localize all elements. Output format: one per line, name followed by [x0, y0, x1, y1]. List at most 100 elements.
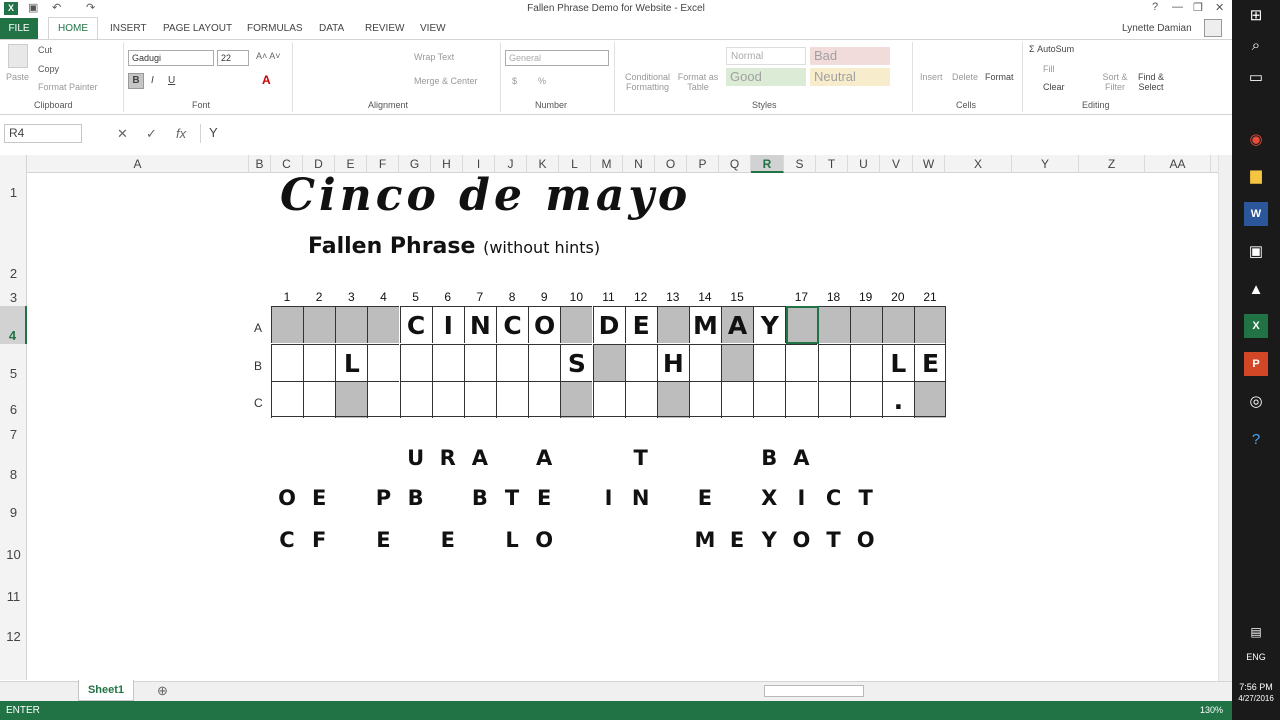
- search-icon[interactable]: ⌕: [1244, 34, 1268, 58]
- name-box[interactable]: R4: [4, 124, 82, 143]
- style-neutral[interactable]: Neutral: [810, 68, 890, 86]
- percent-button[interactable]: %: [538, 76, 546, 86]
- column-header-r[interactable]: R: [751, 155, 784, 173]
- loose-letter[interactable]: A: [528, 446, 560, 470]
- row-header-5[interactable]: 5: [0, 344, 27, 382]
- column-header-x[interactable]: X: [945, 155, 1012, 173]
- column-header-s[interactable]: S: [784, 155, 816, 173]
- loose-letter[interactable]: P: [367, 486, 399, 510]
- loose-letter[interactable]: B: [753, 446, 785, 470]
- loose-letter[interactable]: I: [593, 486, 625, 510]
- tab-home[interactable]: HOME: [48, 17, 98, 40]
- column-header-u[interactable]: U: [848, 155, 880, 173]
- wrap-text-button[interactable]: Wrap Text: [414, 52, 454, 62]
- fill-button[interactable]: Fill: [1043, 64, 1055, 74]
- notifications-icon[interactable]: ▤: [1244, 620, 1268, 644]
- style-bad[interactable]: Bad: [810, 47, 890, 65]
- tab-review[interactable]: REVIEW: [365, 23, 404, 34]
- add-sheet-icon[interactable]: ⊕: [157, 683, 168, 699]
- chrome-icon[interactable]: ◉: [1244, 128, 1268, 152]
- loose-letter[interactable]: O: [271, 486, 303, 510]
- row-header-11[interactable]: 11: [0, 563, 27, 605]
- sort-filter-button[interactable]: Sort & Filter: [1100, 72, 1130, 92]
- loose-letter[interactable]: E: [721, 528, 753, 552]
- horizontal-scrollbar-thumb[interactable]: [764, 685, 864, 697]
- number-format-select[interactable]: General: [505, 50, 609, 66]
- tab-view[interactable]: VIEW: [420, 23, 446, 34]
- loose-letter[interactable]: U: [400, 446, 432, 470]
- loose-letter[interactable]: C: [271, 528, 303, 552]
- format-painter-button[interactable]: Format Painter: [38, 82, 98, 92]
- loose-letter[interactable]: A: [464, 446, 496, 470]
- row-header-7[interactable]: 7: [0, 418, 27, 443]
- task-view-icon[interactable]: ▭: [1244, 66, 1268, 90]
- powerpoint-icon[interactable]: P: [1244, 352, 1268, 376]
- paste-icon[interactable]: [8, 44, 28, 68]
- column-header-p[interactable]: P: [687, 155, 719, 173]
- font-color-icon[interactable]: A: [262, 73, 271, 87]
- column-header-aa[interactable]: AA: [1145, 155, 1211, 173]
- tab-data[interactable]: DATA: [319, 23, 344, 34]
- underline-button[interactable]: U: [168, 75, 175, 86]
- help-taskbar-icon[interactable]: ?: [1244, 428, 1268, 452]
- style-normal[interactable]: Normal: [726, 47, 806, 65]
- photos-icon[interactable]: ▲: [1244, 278, 1268, 302]
- autosum-button[interactable]: Σ AutoSum: [1029, 44, 1074, 54]
- app-icon[interactable]: ▣: [1244, 240, 1268, 264]
- loose-letter[interactable]: B: [400, 486, 432, 510]
- row-header-6[interactable]: 6: [0, 382, 27, 418]
- paste-button[interactable]: Paste: [6, 72, 29, 82]
- app2-icon[interactable]: ◎: [1244, 390, 1268, 414]
- loose-letter[interactable]: I: [785, 486, 817, 510]
- loose-letter[interactable]: E: [432, 528, 464, 552]
- active-cell-r4[interactable]: [786, 306, 819, 344]
- format-as-table-button[interactable]: Format as Table: [676, 72, 720, 92]
- font-size-select[interactable]: 22: [217, 50, 249, 66]
- loose-letter[interactable]: C: [818, 486, 850, 510]
- loose-letter[interactable]: O: [785, 528, 817, 552]
- currency-button[interactable]: $: [512, 76, 517, 86]
- loose-letter[interactable]: O: [528, 528, 560, 552]
- loose-letter[interactable]: M: [689, 528, 721, 552]
- loose-letter[interactable]: E: [528, 486, 560, 510]
- row-header-2[interactable]: 2: [0, 201, 27, 282]
- formula-input[interactable]: Y: [200, 124, 1228, 143]
- column-header-w[interactable]: W: [913, 155, 945, 173]
- zoom-level[interactable]: 130%: [1200, 705, 1223, 715]
- close-icon[interactable]: ✕: [1215, 1, 1224, 14]
- loose-letter[interactable]: O: [850, 528, 882, 552]
- excel-taskbar-icon[interactable]: X: [1244, 314, 1268, 338]
- row-header-9[interactable]: 9: [0, 483, 27, 521]
- column-header-b[interactable]: B: [249, 155, 271, 173]
- column-header-t[interactable]: T: [816, 155, 848, 173]
- tab-formulas[interactable]: FORMULAS: [247, 23, 303, 34]
- word-icon[interactable]: W: [1244, 202, 1268, 226]
- loose-letter[interactable]: L: [496, 528, 528, 552]
- loose-letter[interactable]: E: [303, 486, 335, 510]
- loose-letter[interactable]: A: [785, 446, 817, 470]
- restore-icon[interactable]: ❐: [1193, 1, 1203, 14]
- user-name[interactable]: Lynette Damian: [1122, 23, 1192, 34]
- loose-letter[interactable]: E: [689, 486, 721, 510]
- loose-letter[interactable]: T: [496, 486, 528, 510]
- italic-button[interactable]: I: [151, 75, 154, 86]
- style-good[interactable]: Good: [726, 68, 806, 86]
- row-header-8[interactable]: 8: [0, 443, 27, 483]
- cancel-icon[interactable]: ✕: [117, 126, 128, 142]
- loose-letter[interactable]: Y: [753, 528, 785, 552]
- format-button[interactable]: Format: [985, 72, 1014, 82]
- find-select-button[interactable]: Find & Select: [1134, 72, 1168, 92]
- column-header-v[interactable]: V: [880, 155, 913, 173]
- loose-letter[interactable]: F: [303, 528, 335, 552]
- row-header-10[interactable]: 10: [0, 521, 27, 563]
- row-header-4[interactable]: 4: [0, 306, 27, 344]
- clock-time[interactable]: 7:56 PM: [1232, 682, 1280, 692]
- loose-letter[interactable]: N: [625, 486, 657, 510]
- tab-page-layout[interactable]: PAGE LAYOUT: [163, 23, 232, 34]
- loose-letter[interactable]: T: [818, 528, 850, 552]
- insert-function-icon[interactable]: fx: [176, 126, 186, 141]
- cut-button[interactable]: Cut: [38, 45, 52, 55]
- loose-letter[interactable]: R: [432, 446, 464, 470]
- insert-button[interactable]: Insert: [920, 72, 943, 82]
- loose-letter[interactable]: E: [367, 528, 399, 552]
